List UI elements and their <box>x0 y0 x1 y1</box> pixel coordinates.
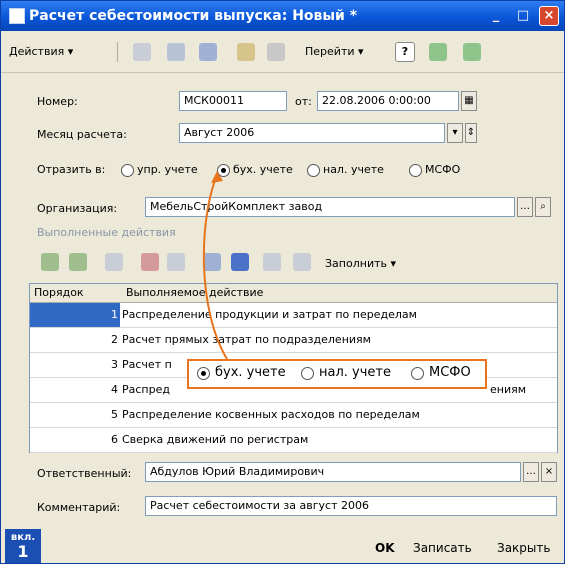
ok-button[interactable]: OK <box>375 541 395 555</box>
row-number: 5 <box>111 408 118 421</box>
number-label: Номер: <box>37 95 78 108</box>
callout-accounting-label: бух. учете <box>215 365 286 380</box>
end-edit-icon[interactable] <box>167 253 185 271</box>
badge-number: 1 <box>17 542 29 561</box>
row-action: Распределение продукции и затрат по пере… <box>122 308 417 321</box>
radio-management[interactable] <box>121 164 134 177</box>
radio-ifrs[interactable] <box>409 164 422 177</box>
spin-icon[interactable]: ⇕ <box>465 123 477 143</box>
row-action: Распред <box>122 383 170 396</box>
dt-kt-icon[interactable] <box>429 43 447 61</box>
calendar-icon[interactable]: ▦ <box>461 91 477 111</box>
section-title: Выполненные действия <box>37 226 176 239</box>
table-row[interactable]: 6 Сверка движений по регистрам <box>30 428 557 453</box>
sort-asc-icon[interactable] <box>263 253 281 271</box>
select-button[interactable]: … <box>517 197 533 217</box>
callout-radio-ifrs <box>411 367 424 380</box>
radio-callout: бух. учете нал. учете МСФО <box>187 359 487 389</box>
minimize-button[interactable]: _ <box>486 6 506 26</box>
window-title: Расчет себестоимости выпуска: Новый * <box>29 8 358 24</box>
row-number: 6 <box>111 433 118 446</box>
settings-icon[interactable] <box>199 43 217 61</box>
edit-icon[interactable] <box>167 43 185 61</box>
month-label: Месяц расчета: <box>37 128 127 141</box>
add-row-icon[interactable] <box>41 253 59 271</box>
actions-menu[interactable]: Действия ▾ <box>9 42 73 62</box>
callout-arrow <box>202 171 228 360</box>
save-button[interactable]: Записать <box>413 541 472 555</box>
column-action: Выполняемое действие <box>126 286 264 299</box>
row-action: Расчет п <box>122 358 172 371</box>
month-field[interactable]: Август 2006 <box>179 123 445 143</box>
lock-icon[interactable] <box>237 43 255 61</box>
edit-row-icon[interactable] <box>105 253 123 271</box>
callout-ifrs-label: МСФО <box>429 365 471 380</box>
table-row[interactable]: 5 Распределение косвенных расходов по пе… <box>30 403 557 428</box>
help-button[interactable]: ? <box>395 42 415 62</box>
reflect-label: Отразить в: <box>37 163 106 176</box>
delete-row-icon[interactable] <box>141 253 159 271</box>
table-row[interactable]: 1 Распределение продукции и затрат по пе… <box>30 303 557 328</box>
maximize-button[interactable]: □ <box>513 6 533 26</box>
callout-tax-label: нал. учете <box>319 365 391 380</box>
document-window: Расчет себестоимости выпуска: Новый * _ … <box>0 0 565 564</box>
toolbar: Действия ▾ Перейти ▾ ? <box>1 32 564 73</box>
radio-accounting-label: бух. учете <box>233 163 293 176</box>
table-row[interactable]: 2 Расчет прямых затрат по подразделениям <box>30 328 557 353</box>
row-action-tail: ениям <box>490 383 527 396</box>
close-button[interactable]: Закрыть <box>497 541 550 555</box>
comment-label: Комментарий: <box>37 501 121 514</box>
goto-menu[interactable]: Перейти ▾ <box>305 42 364 62</box>
column-order: Порядок <box>34 286 84 299</box>
title-bar: Расчет себестоимости выпуска: Новый * _ … <box>1 1 564 31</box>
select-button[interactable]: … <box>523 462 539 482</box>
toolbar-separator <box>117 42 118 62</box>
responsible-field[interactable]: Абдулов Юрий Владимирович <box>145 462 521 482</box>
radio-tax-label: нал. учете <box>323 163 384 176</box>
radio-management-label: упр. учете <box>137 163 198 176</box>
number-field[interactable]: МСК00011 <box>179 91 287 111</box>
date-from-label: от: <box>295 95 312 108</box>
close-window-button[interactable]: × <box>539 6 559 26</box>
document-icon[interactable] <box>267 43 285 61</box>
comment-field[interactable]: Расчет себестоимости за август 2006 <box>145 496 557 516</box>
search-icon[interactable]: ⌕ <box>535 197 551 217</box>
radio-tax[interactable] <box>307 164 320 177</box>
table-header: Порядок Выполняемое действие <box>30 284 557 303</box>
fill-button[interactable]: Заполнить ▾ <box>325 254 396 274</box>
row-action: Сверка движений по регистрам <box>122 433 309 446</box>
row-action: Расчет прямых затрат по подразделениям <box>122 333 371 346</box>
row-number: 1 <box>30 303 120 327</box>
document-icon <box>9 8 25 24</box>
row-number: 2 <box>111 333 118 346</box>
callout-radio-accounting <box>197 367 210 380</box>
dropdown-arrow-icon[interactable]: ▾ <box>447 123 463 143</box>
row-action: Распределение косвенных расходов по пере… <box>122 408 420 421</box>
radio-ifrs-label: МСФО <box>425 163 461 176</box>
callout-radio-tax <box>301 367 314 380</box>
copy-icon[interactable] <box>133 43 151 61</box>
responsible-label: Ответственный: <box>37 467 132 480</box>
sort-desc-icon[interactable] <box>293 253 311 271</box>
row-number: 4 <box>111 383 118 396</box>
copy-row-icon[interactable] <box>69 253 87 271</box>
row-number: 3 <box>111 358 118 371</box>
organization-label: Организация: <box>37 202 118 215</box>
clear-icon[interactable]: × <box>541 462 557 482</box>
page-badge: вкл. 1 <box>5 529 41 563</box>
date-field[interactable]: 22.08.2006 0:00:00 <box>317 91 459 111</box>
structure-icon[interactable] <box>463 43 481 61</box>
